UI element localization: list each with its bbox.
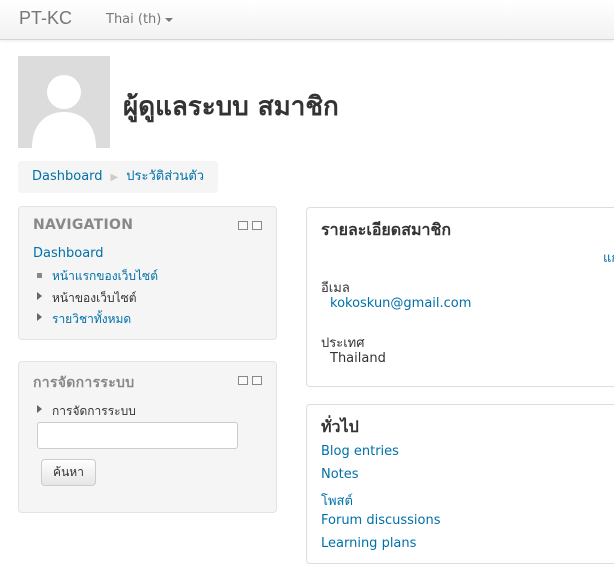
breadcrumb-dashboard[interactable]: Dashboard xyxy=(32,169,103,184)
nav-site-administration[interactable]: การจัดการระบบ xyxy=(52,402,136,421)
expand-arrow-icon[interactable] xyxy=(37,292,42,300)
breadcrumb: Dashboard ▶ ประวัติส่วนตัว xyxy=(18,161,219,193)
country-label: ประเทศ xyxy=(321,336,365,351)
general-card: ทั่วไป Blog entries Notes โพสต์ Forum di… xyxy=(306,404,614,564)
nav-site-home-link[interactable]: หน้าแรกของเว็บไซต์ xyxy=(52,267,158,286)
email-label: อีเมล xyxy=(321,281,350,296)
site-brand[interactable]: PT-KC xyxy=(19,8,72,29)
page-title: ผู้ดูแลระบบ สมาชิก xyxy=(123,92,339,122)
general-title: ทั่วไป xyxy=(321,417,359,436)
nav-dashboard-link[interactable]: Dashboard xyxy=(33,246,104,261)
edit-profile-link[interactable]: แก xyxy=(603,247,614,268)
caret-down-icon xyxy=(165,17,174,22)
user-avatar[interactable] xyxy=(18,56,110,148)
navigation-block-title: NAVIGATION xyxy=(33,217,134,233)
dock-block-icon[interactable] xyxy=(252,221,262,230)
admin-search-input[interactable] xyxy=(37,422,238,449)
collapse-block-icon[interactable] xyxy=(238,221,248,230)
user-details-card: รายละเอียดสมาชิก แก อีเมล kokoskun@gmail… xyxy=(306,207,614,387)
blog-entries-link[interactable]: Blog entries xyxy=(321,444,399,459)
language-label: Thai (th) xyxy=(106,12,162,27)
learning-plans-link[interactable]: Learning plans xyxy=(321,536,416,551)
collapse-block-icon[interactable] xyxy=(238,376,248,385)
nav-site-pages[interactable]: หน้าของเว็บไซต์ xyxy=(52,289,137,308)
expand-arrow-icon[interactable] xyxy=(37,313,42,321)
language-menu[interactable]: Thai (th) xyxy=(106,12,174,27)
breadcrumb-separator-icon: ▶ xyxy=(110,172,119,183)
nav-all-courses-link[interactable]: รายวิชาทั้งหมด xyxy=(52,310,131,329)
dock-block-icon[interactable] xyxy=(252,376,262,385)
breadcrumb-profile[interactable]: ประวัติส่วนตัว xyxy=(126,169,204,184)
bullet-icon xyxy=(37,273,42,278)
search-button[interactable]: ค้นหา xyxy=(41,459,96,486)
administration-block-title: การจัดการระบบ xyxy=(33,375,135,391)
forum-discussions-link[interactable]: Forum discussions xyxy=(321,513,441,528)
top-navbar: PT-KC Thai (th) xyxy=(0,0,614,40)
posts-link[interactable]: โพสต์ xyxy=(321,490,353,511)
email-link[interactable]: kokoskun@gmail.com xyxy=(330,296,471,311)
country-value: Thailand xyxy=(330,351,386,366)
navigation-block: NAVIGATION Dashboard หน้าแรกของเว็บไซต์ … xyxy=(18,206,277,340)
notes-link[interactable]: Notes xyxy=(321,467,359,482)
user-silhouette-icon xyxy=(32,75,96,148)
expand-arrow-icon[interactable] xyxy=(37,405,42,413)
user-details-title: รายละเอียดสมาชิก xyxy=(321,220,452,239)
